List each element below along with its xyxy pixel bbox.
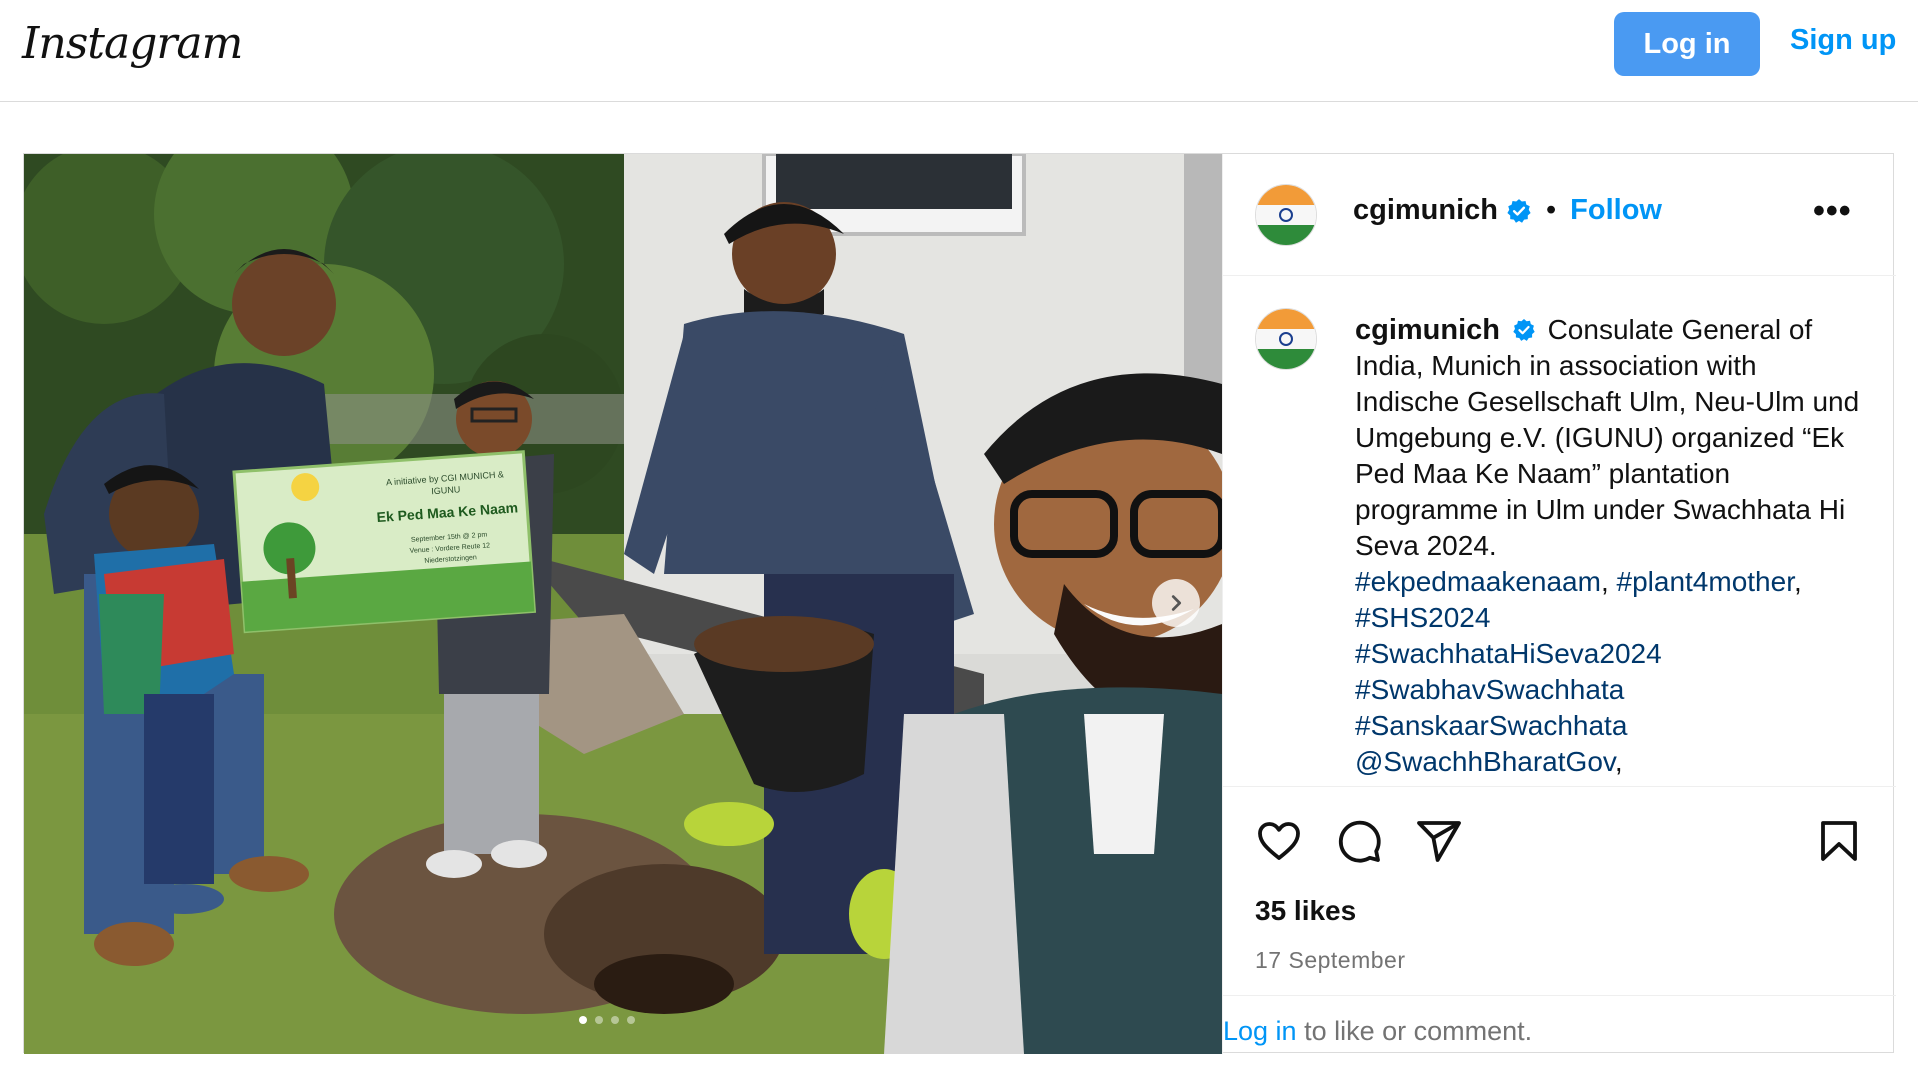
caption-section: cgimunich Consulate General of India, Mu… bbox=[1223, 276, 1896, 784]
post-card: A initiative by CGI MUNICH & IGUNU Ek Pe… bbox=[23, 153, 1896, 1054]
login-link[interactable]: Log in bbox=[1223, 1016, 1297, 1046]
hashtag-link[interactable]: #SwachhataHiSeva2024 bbox=[1355, 638, 1662, 669]
likes-count[interactable]: 35 likes bbox=[1255, 895, 1356, 927]
hashtag-link[interactable]: #SwabhavSwachhata bbox=[1355, 674, 1624, 705]
more-icon[interactable]: ••• bbox=[1813, 192, 1852, 231]
verified-badge-icon bbox=[1513, 318, 1535, 341]
carousel-indicator bbox=[579, 1016, 635, 1024]
avatar[interactable] bbox=[1255, 184, 1317, 246]
post-date: 17 September bbox=[1255, 947, 1406, 973]
verified-badge-icon bbox=[1507, 198, 1531, 223]
login-prompt: Log in to like or comment. bbox=[1223, 995, 1896, 1055]
caption-body: Consulate General of India, Munich in as… bbox=[1355, 314, 1860, 561]
comment-icon[interactable] bbox=[1335, 817, 1383, 865]
bookmark-icon[interactable] bbox=[1815, 817, 1863, 865]
carousel-dot bbox=[611, 1016, 619, 1024]
post-side-panel: cgimunich • Follow ••• cgimunich Consula… bbox=[1222, 154, 1896, 1054]
post-photo: A initiative by CGI MUNICH & IGUNU Ek Pe… bbox=[24, 154, 1222, 1054]
carousel-dot bbox=[579, 1016, 587, 1024]
login-prompt-text: to like or comment. bbox=[1296, 1016, 1533, 1046]
carousel-next-button[interactable] bbox=[1152, 579, 1200, 627]
heart-icon[interactable] bbox=[1255, 817, 1303, 865]
author-username[interactable]: cgimunich bbox=[1353, 194, 1498, 227]
post-author: cgimunich • Follow bbox=[1353, 194, 1662, 227]
separator-dot: • bbox=[1546, 194, 1557, 226]
avatar[interactable] bbox=[1255, 308, 1317, 370]
instagram-logo[interactable]: Instagram bbox=[22, 18, 243, 69]
hashtag-link[interactable]: #plant4mother bbox=[1617, 566, 1794, 597]
post-media[interactable]: A initiative by CGI MUNICH & IGUNU Ek Pe… bbox=[24, 154, 1222, 1054]
follow-button[interactable]: Follow bbox=[1570, 194, 1662, 227]
signup-link[interactable]: Sign up bbox=[1790, 24, 1896, 57]
banner-line2: IGUNU bbox=[431, 484, 461, 496]
top-navigation-bar: Instagram Log in Sign up bbox=[0, 0, 1918, 102]
caption-text: cgimunich Consulate General of India, Mu… bbox=[1355, 314, 1860, 777]
hashtag-link[interactable]: #SanskaarSwachhata bbox=[1355, 710, 1627, 741]
hashtag-link[interactable]: #SHS2024 bbox=[1355, 602, 1490, 633]
carousel-dot bbox=[627, 1016, 635, 1024]
login-button[interactable]: Log in bbox=[1614, 12, 1760, 76]
chevron-right-icon bbox=[1171, 595, 1182, 611]
post-actions: 35 likes 17 September Log in to like or … bbox=[1223, 786, 1896, 1054]
hashtag-link[interactable]: #ekpedmaakenaam bbox=[1355, 566, 1601, 597]
caption-username[interactable]: cgimunich bbox=[1355, 314, 1500, 346]
post-header: cgimunich • Follow ••• bbox=[1223, 154, 1896, 276]
carousel-dot bbox=[595, 1016, 603, 1024]
mention-link[interactable]: @SwachhBharatGov bbox=[1355, 746, 1615, 777]
share-icon[interactable] bbox=[1415, 817, 1463, 865]
